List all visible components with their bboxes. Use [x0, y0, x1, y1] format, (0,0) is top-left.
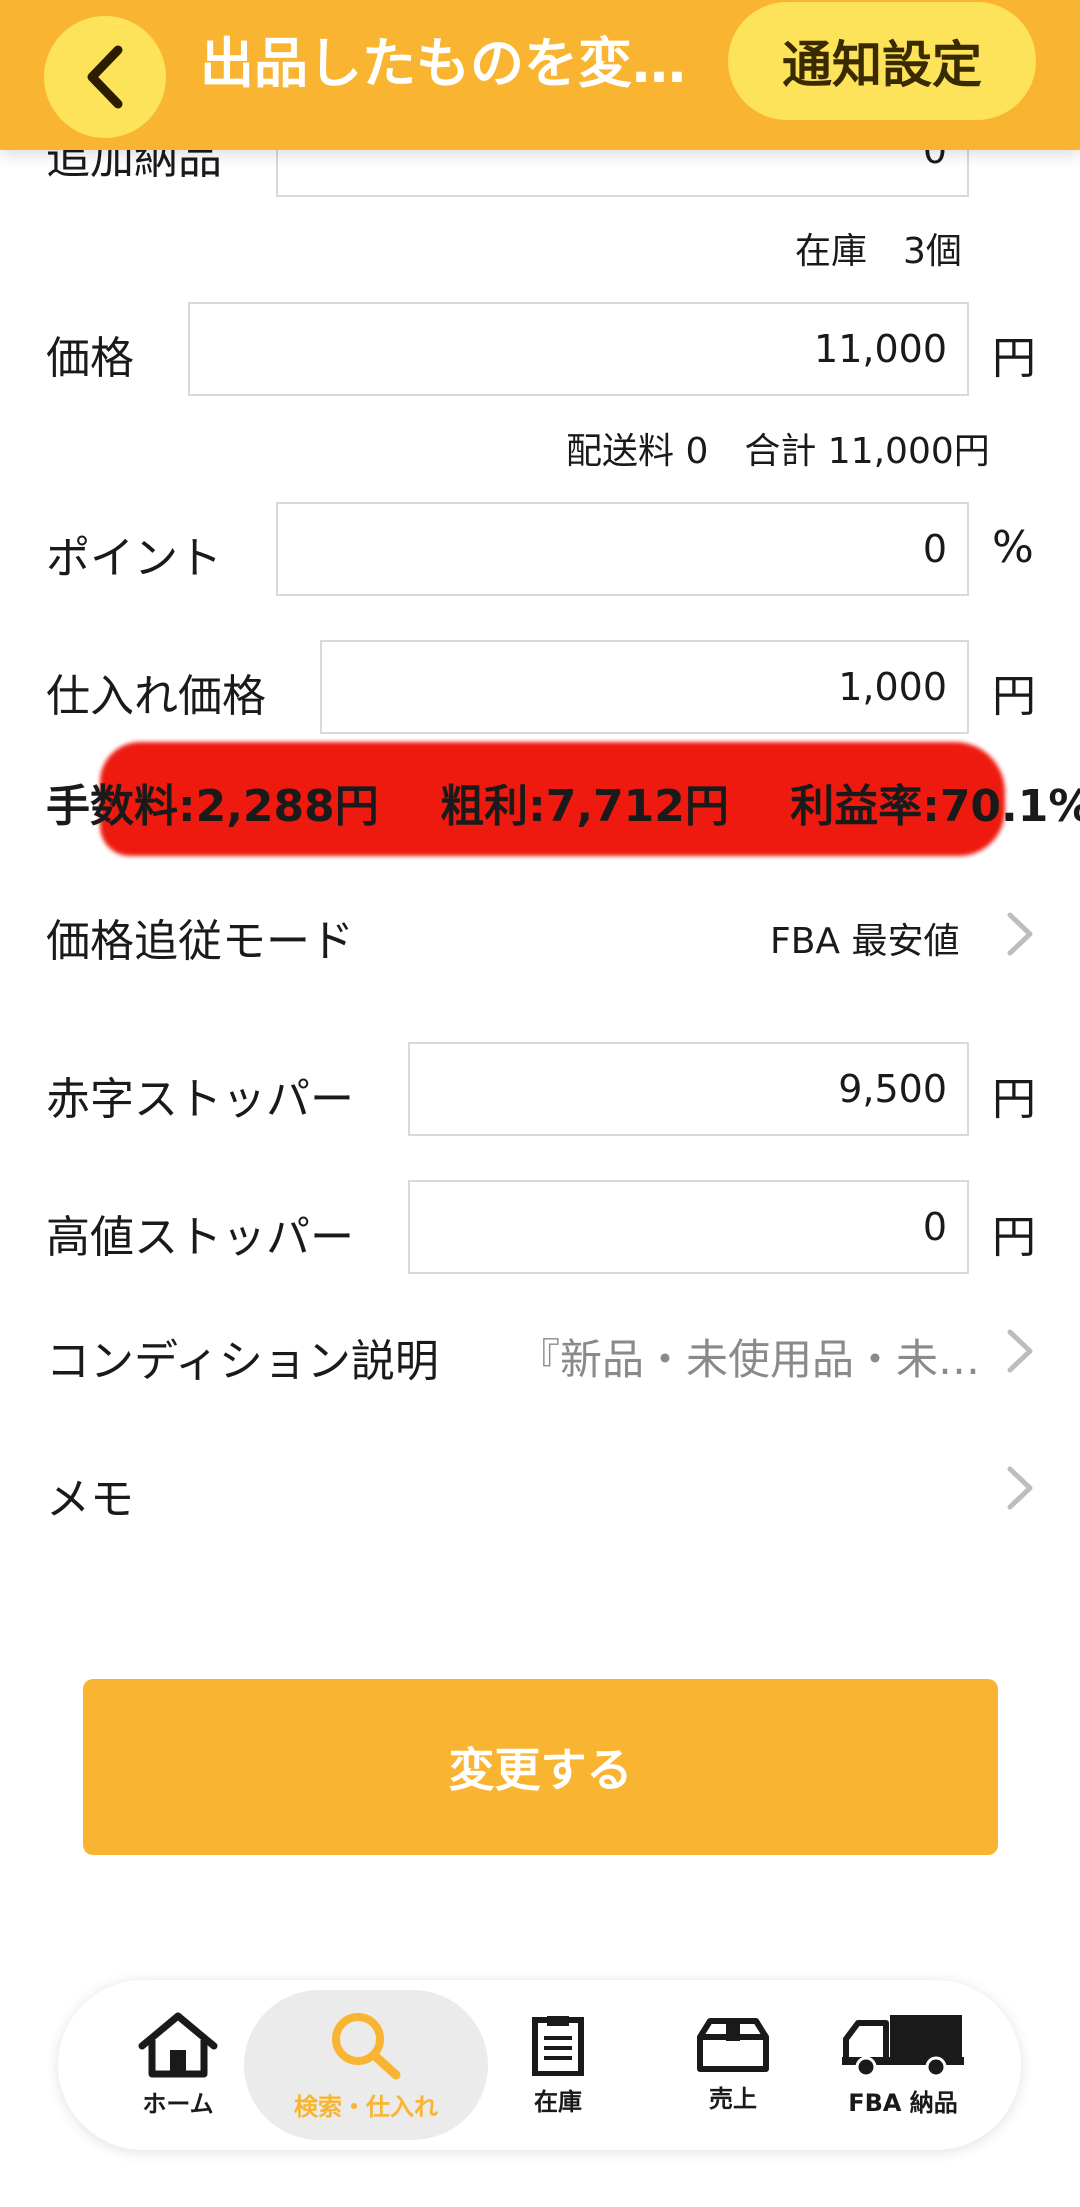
point-input[interactable]: 0 — [276, 502, 969, 596]
submit-change-button[interactable]: 変更する — [83, 1679, 998, 1855]
nav-sales-label: 売上 — [709, 2084, 757, 2113]
point-label: ポイント — [46, 533, 222, 584]
price-label: 価格 — [46, 333, 134, 384]
price-input[interactable]: 11,000 — [188, 302, 969, 396]
high-stopper-label: 高値ストッパー — [46, 1212, 354, 1263]
gross-profit-text: 粗利:7,712円 — [440, 781, 729, 832]
price-tracking-label: 価格追従モード — [46, 916, 354, 967]
chevron-right-icon — [1007, 1329, 1033, 1373]
chevron-left-icon — [87, 45, 123, 109]
fee-summary: 手数料:2,288円 粗利:7,712円 利益率:70.1% — [46, 770, 1080, 834]
app-header: 出品したものを変… 通知設定 — [0, 0, 1080, 150]
point-unit: % — [992, 522, 1034, 573]
nav-sales[interactable]: 売上 — [668, 1980, 798, 2150]
search-icon — [332, 2012, 401, 2079]
loss-stopper-unit: 円 — [992, 1074, 1036, 1125]
nav-fba-label: FBA 納品 — [848, 2088, 958, 2117]
shipping-total-text: 配送料 0 合計 11,000円 — [566, 431, 990, 472]
chevron-right-icon — [1007, 1466, 1033, 1510]
nav-stock-label: 在庫 — [534, 2087, 582, 2116]
package-icon — [697, 2017, 769, 2072]
bottom-nav: ホーム 検索・仕入れ 在庫 売上 FBA 納品 — [58, 1980, 1021, 2150]
back-button[interactable] — [44, 16, 166, 138]
notification-settings-button[interactable]: 通知設定 — [728, 2, 1036, 120]
loss-stopper-label: 赤字ストッパー — [46, 1074, 354, 1125]
page-title: 出品したものを変… — [200, 32, 686, 95]
fee-text: 手数料:2,288円 — [46, 781, 379, 832]
nav-search[interactable]: 検索・仕入れ — [246, 1980, 486, 2150]
clipboard-icon — [532, 2015, 584, 2076]
nav-stock[interactable]: 在庫 — [498, 1980, 618, 2150]
profit-margin-text: 利益率:70.1% — [790, 781, 1080, 832]
home-icon — [138, 2012, 218, 2077]
condition-label: コンディション説明 — [46, 1336, 439, 1387]
condition-value: 『新品・未使用品・未… — [518, 1335, 976, 1384]
high-stopper-input[interactable]: 0 — [408, 1180, 969, 1274]
stock-count-text: 在庫 3個 — [795, 231, 962, 272]
price-unit: 円 — [992, 333, 1036, 384]
cost-label: 仕入れ価格 — [46, 671, 266, 722]
cost-unit: 円 — [992, 671, 1036, 722]
loss-stopper-input[interactable]: 9,500 — [408, 1042, 969, 1136]
memo-label: メモ — [46, 1474, 134, 1525]
nav-search-label: 検索・仕入れ — [294, 2092, 438, 2121]
nav-fba[interactable]: FBA 納品 — [828, 1980, 978, 2150]
nav-home[interactable]: ホーム — [108, 1980, 248, 2150]
high-stopper-unit: 円 — [992, 1212, 1036, 1263]
price-tracking-value: FBA 最安値 — [770, 921, 960, 962]
chevron-right-icon — [1007, 912, 1033, 956]
nav-home-label: ホーム — [142, 2089, 214, 2118]
cost-input[interactable]: 1,000 — [320, 640, 969, 734]
truck-icon — [842, 2014, 964, 2077]
